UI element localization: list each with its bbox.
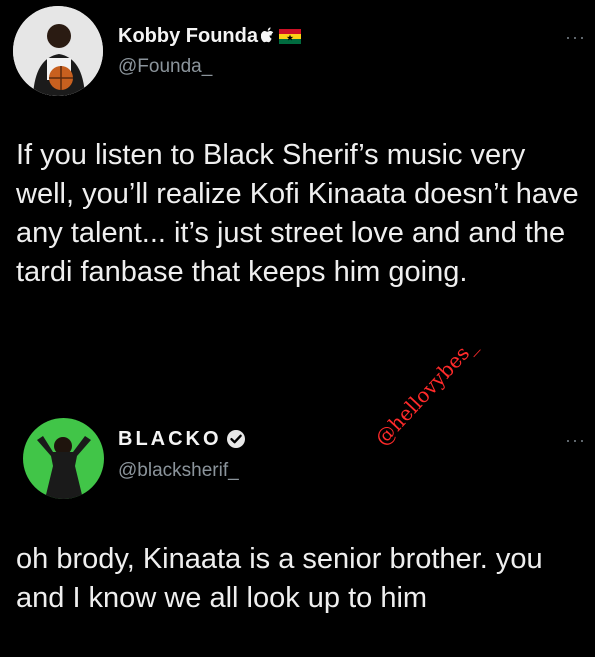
apple-icon bbox=[260, 27, 274, 43]
tweet-text: If you listen to Black Sherif’s music ve… bbox=[16, 139, 579, 288]
display-name[interactable]: BLACKO bbox=[118, 428, 246, 451]
avatar-kobby-founda[interactable] bbox=[13, 6, 103, 96]
handle[interactable]: @Founda_ bbox=[118, 56, 212, 78]
ghana-flag-icon bbox=[278, 29, 301, 44]
tweet-reply: BLACKO @blacksherif_ ··· oh brody, Kinaa… bbox=[0, 380, 595, 657]
tweet-quoted: Kobby Founda @Founda_ ··· If you listen … bbox=[0, 0, 595, 380]
verified-badge-icon bbox=[226, 430, 245, 448]
more-options-icon[interactable]: ··· bbox=[565, 431, 586, 449]
artist-avatar-image bbox=[23, 418, 104, 499]
tweet-text: oh brody, Kinaata is a senior brother. y… bbox=[16, 543, 543, 614]
handle[interactable]: @blacksherif_ bbox=[118, 460, 239, 482]
avatar-blacko[interactable] bbox=[23, 418, 104, 499]
display-name[interactable]: Kobby Founda bbox=[118, 25, 301, 48]
more-options-icon[interactable]: ··· bbox=[565, 28, 586, 46]
player-avatar-image bbox=[13, 6, 103, 96]
